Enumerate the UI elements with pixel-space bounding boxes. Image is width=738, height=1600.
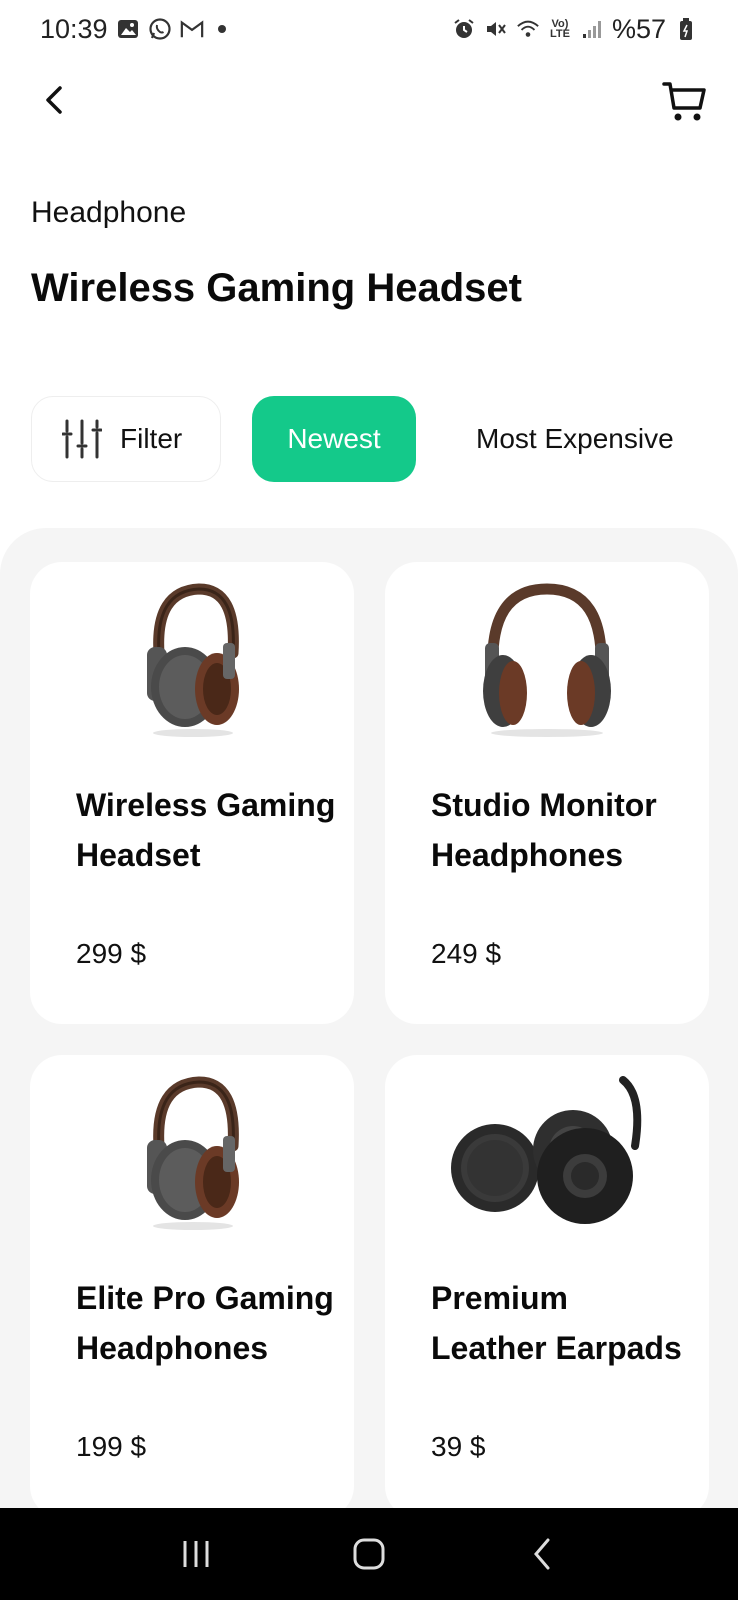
chevron-left-icon [46,86,62,114]
filter-button[interactable]: Filter [31,396,221,482]
status-right: Vo) LTE %57 [452,14,698,45]
cart-button[interactable] [660,76,710,126]
status-bar: 10:39 Vo) LTE %57 [0,0,738,58]
home-button[interactable] [339,1524,399,1584]
sort-most-expensive-button[interactable]: Most Expensive [476,396,674,482]
header [0,70,738,130]
alarm-icon [452,17,476,41]
product-card[interactable]: Premium Leather Earpads 39 $ [385,1055,709,1518]
back-icon [533,1538,550,1570]
product-price: 39 $ [431,1431,486,1462]
clock: 10:39 [40,13,108,44]
gallery-icon [116,17,140,41]
signal-icon [580,17,604,41]
back-button[interactable] [34,78,74,122]
product-card[interactable]: Studio Monitor Headphones 249 $ [385,562,709,1024]
headphone-side-icon [147,1076,239,1230]
product-price: 299 $ [76,938,147,969]
product-card[interactable]: Elite Pro Gaming Headphones 199 $ [30,1055,354,1518]
volte-icon: Vo) LTE [548,17,572,41]
system-nav-bar [0,1508,738,1600]
nav-back-button[interactable] [512,1524,572,1584]
product-image [385,580,709,742]
products-area: Wireless Gaming Headset 299 $ Studio Mon… [0,528,738,1518]
filter-label: Filter [120,423,183,454]
mute-icon [484,17,508,41]
product-name: Elite Pro Gaming Headphones [76,1280,334,1366]
product-image [385,1073,709,1235]
battery-icon [674,17,698,41]
gmail-icon [180,17,204,41]
cart-icon [662,82,706,121]
whatsapp-icon [148,17,172,41]
home-icon [353,1538,385,1570]
product-image [30,1073,354,1235]
notification-dot [217,25,226,33]
wifi-icon [516,17,540,41]
headphone-front-icon [483,583,611,737]
product-image [30,580,354,742]
product-name: Wireless Gaming Headset [76,787,336,873]
status-left: 10:39 [40,14,226,45]
sort-newest-button[interactable]: Newest [252,396,416,482]
recent-apps-icon [183,1541,209,1567]
earpads-icon [451,1076,642,1224]
product-price: 249 $ [431,938,502,969]
product-name: Premium Leather Earpads [431,1280,682,1366]
sliders-icon [62,419,102,459]
product-name: Studio Monitor Headphones [431,787,657,873]
product-card[interactable]: Wireless Gaming Headset 299 $ [30,562,354,1024]
recent-apps-button[interactable] [166,1524,226,1584]
product-price: 199 $ [76,1431,147,1462]
category-label: Headphone [31,196,187,229]
headphone-side-icon [147,583,239,737]
volte-bottom-text: LTE [549,28,570,40]
sort-bar: Filter Newest Most Expensive [31,396,731,482]
battery-percent: %57 [611,13,666,44]
page-title: Wireless Gaming Headset [31,266,522,310]
